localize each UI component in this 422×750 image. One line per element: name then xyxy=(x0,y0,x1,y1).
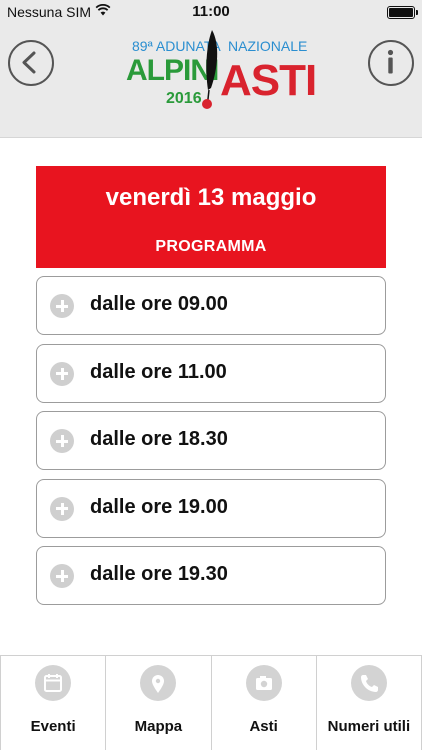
event-date: venerdì 13 maggio xyxy=(105,184,317,211)
clock: 11:00 xyxy=(192,3,230,20)
programma-title: PROGRAMMA xyxy=(155,238,267,255)
back-button[interactable] xyxy=(8,40,54,86)
tab-numeri-utili[interactable]: Numeri utili xyxy=(315,656,422,750)
logo-asti: ASTI xyxy=(220,56,317,105)
schedule-time: dalle ore 09.00 xyxy=(90,293,228,315)
phone-icon xyxy=(350,665,387,701)
tab-label: Mappa xyxy=(134,718,183,735)
status-bar: Nessuna SIM 11:00 xyxy=(0,0,422,24)
schedule-item[interactable]: dalle ore 09.00 xyxy=(36,276,386,335)
date-banner: venerdì 13 maggio PROGRAMMA xyxy=(36,166,386,268)
schedule-item[interactable]: dalle ore 19.30 xyxy=(36,546,386,605)
tab-label: Numeri utili xyxy=(327,718,411,735)
schedule-time: dalle ore 18.30 xyxy=(90,428,228,450)
tab-bar: Eventi Mappa Asti Numeri utili xyxy=(0,655,422,750)
schedule-item[interactable]: dalle ore 11.00 xyxy=(36,343,386,403)
plus-icon xyxy=(50,361,74,386)
map-pin-icon xyxy=(140,665,177,701)
schedule-time: dalle ore 19.00 xyxy=(90,495,228,518)
schedule-time: dalle ore 19.30 xyxy=(90,563,228,585)
plus-icon xyxy=(50,564,74,588)
plus-icon xyxy=(50,496,74,521)
battery-icon xyxy=(387,6,418,19)
logo-nazionale: NAZIONALE xyxy=(228,38,308,54)
tab-label: Eventi xyxy=(30,718,76,735)
tab-label: Asti xyxy=(249,718,278,735)
schedule-time: dalle ore 11.00 xyxy=(90,360,227,383)
info-icon xyxy=(387,49,394,74)
plus-icon xyxy=(50,294,74,318)
tab-eventi[interactable]: Eventi xyxy=(0,656,105,750)
calendar-icon xyxy=(35,665,72,701)
schedule-item[interactable]: dalle ore 18.30 xyxy=(36,411,386,470)
feather-icon xyxy=(202,30,218,109)
schedule-item[interactable]: dalle ore 19.00 xyxy=(36,478,386,538)
chevron-left-icon xyxy=(22,51,36,74)
tab-asti[interactable]: Asti xyxy=(210,656,316,750)
plus-icon xyxy=(50,429,74,453)
info-button[interactable] xyxy=(368,40,414,86)
adunata-logo: 89ª ADUNATA NAZIONALE ALPINI 2016 ASTI xyxy=(124,28,317,118)
tab-mappa[interactable]: Mappa xyxy=(105,656,210,750)
app-header: 89ª ADUNATA NAZIONALE ALPINI 2016 ASTI xyxy=(0,24,422,138)
camera-icon xyxy=(245,665,282,701)
schedule-list: dalle ore 09.00 dalle ore 11.00 dalle or… xyxy=(36,276,386,614)
